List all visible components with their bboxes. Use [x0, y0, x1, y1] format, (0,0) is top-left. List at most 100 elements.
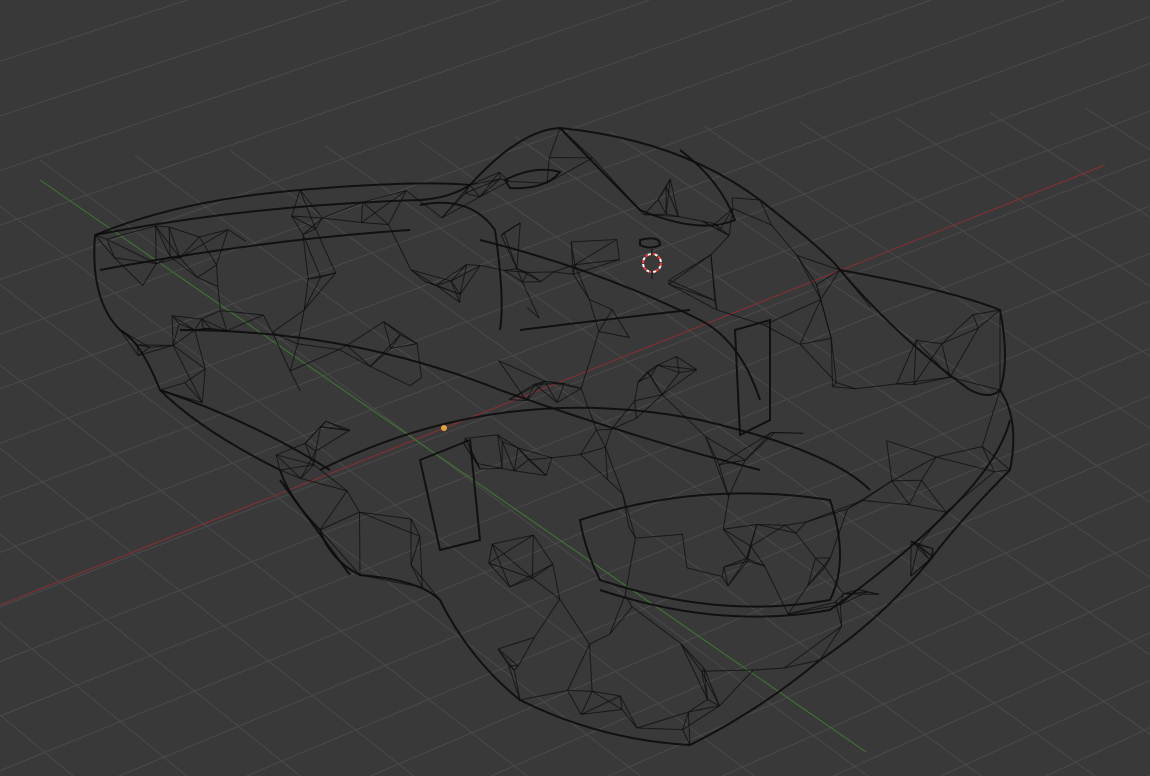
mesh-edge — [540, 271, 555, 282]
mesh-edge — [941, 327, 979, 345]
mesh-edge — [199, 229, 229, 238]
mesh-edge — [556, 388, 582, 403]
mesh-edge-loop — [639, 237, 662, 249]
3d-cursor-icon[interactable] — [642, 249, 662, 279]
mesh-edge — [580, 454, 608, 480]
mesh-edge — [509, 563, 554, 588]
mesh-edge — [194, 329, 206, 370]
mesh-edge — [279, 464, 314, 471]
mesh-edge — [359, 512, 361, 576]
mesh-edge — [545, 457, 553, 476]
mesh-edge — [410, 269, 437, 286]
mesh-edge — [723, 528, 752, 547]
mesh-edge — [553, 271, 574, 275]
mesh-edge — [949, 376, 1001, 391]
car-wireframe-mesh[interactable] — [93, 126, 1015, 747]
grid-line — [0, 205, 1150, 663]
mesh-edge — [169, 256, 198, 278]
mesh-edge — [589, 633, 610, 645]
mesh-edge — [832, 382, 837, 388]
mesh-edge — [722, 528, 747, 559]
mesh-edge — [609, 606, 633, 635]
mesh-edge — [168, 226, 181, 258]
mesh-edge — [513, 459, 529, 472]
mesh-edge — [220, 310, 264, 316]
mesh-edge — [567, 690, 582, 715]
mesh-edge — [388, 190, 407, 225]
mesh-edge — [272, 309, 305, 333]
mesh-edge — [731, 197, 734, 209]
grid-line — [940, 679, 1150, 776]
mesh-edge — [910, 540, 933, 558]
grid-line — [609, 131, 1150, 503]
mesh-edge — [949, 327, 979, 378]
mesh-edge — [409, 376, 422, 387]
mesh-edge — [681, 534, 688, 568]
mesh-edge — [588, 299, 600, 332]
mesh-edge — [419, 536, 423, 588]
mesh-edge — [201, 368, 206, 403]
mesh-edge — [548, 127, 561, 158]
mesh-edge — [361, 190, 407, 223]
mesh-edge — [910, 544, 919, 577]
mesh-edge — [646, 371, 663, 395]
grid-line — [0, 622, 188, 776]
mesh-edge — [552, 564, 561, 600]
mesh-edge-loop — [93, 126, 1015, 747]
viewport-canvas[interactable] — [0, 0, 1150, 776]
grid-line — [0, 205, 755, 776]
mesh-edge — [168, 226, 171, 257]
mesh-edge — [508, 180, 547, 184]
mesh-edge — [405, 190, 443, 219]
mesh-edge — [918, 511, 947, 546]
mesh-edge — [532, 577, 561, 600]
grid-line — [722, 584, 1150, 776]
mesh-edge — [338, 344, 348, 351]
mesh-edge — [216, 264, 219, 287]
mesh-edge — [981, 389, 1001, 447]
mesh-edge — [416, 343, 423, 378]
mesh-edge — [624, 594, 633, 608]
floor-grid — [0, 0, 1150, 776]
mesh-edge — [622, 493, 636, 539]
mesh-edge — [171, 315, 174, 346]
3d-viewport[interactable] — [0, 0, 1150, 776]
mesh-edge — [556, 383, 565, 403]
mesh-edge — [774, 432, 804, 434]
mesh-edge-loop — [503, 168, 562, 190]
mesh-edge-loop — [519, 309, 691, 331]
object-origin-icon[interactable] — [441, 425, 447, 431]
mesh-edge — [479, 467, 503, 470]
grid-line — [39, 159, 869, 776]
mesh-edge — [370, 365, 411, 387]
mesh-edge — [194, 318, 202, 331]
mesh-edge — [669, 178, 679, 217]
mesh-edge — [598, 331, 630, 338]
mesh-edge — [634, 381, 639, 401]
grid-line — [894, 116, 1150, 287]
mesh-edge — [159, 382, 185, 391]
mesh-edge — [168, 226, 200, 238]
mesh-edge — [604, 429, 612, 448]
mesh-edge — [661, 369, 697, 396]
mesh-edge — [619, 695, 638, 729]
mesh-edge — [291, 189, 301, 217]
mesh-edge — [795, 532, 816, 559]
mesh-edge — [891, 456, 937, 482]
mesh-edge — [675, 356, 680, 373]
mesh-edge — [589, 644, 593, 692]
mesh-edge — [532, 563, 554, 579]
grid-line — [0, 300, 1150, 772]
mesh-edge — [910, 541, 912, 577]
mesh-edge — [435, 280, 452, 286]
mesh-edge — [661, 394, 707, 438]
mesh-edge — [179, 257, 198, 278]
mesh-edge — [465, 434, 498, 439]
grid-line — [0, 447, 415, 776]
mesh-edge — [718, 464, 730, 498]
mesh-edge — [916, 339, 942, 345]
mesh-edge — [855, 383, 897, 390]
grid-line — [0, 0, 188, 62]
mesh-edge — [522, 281, 541, 283]
mesh-edge — [862, 500, 910, 506]
